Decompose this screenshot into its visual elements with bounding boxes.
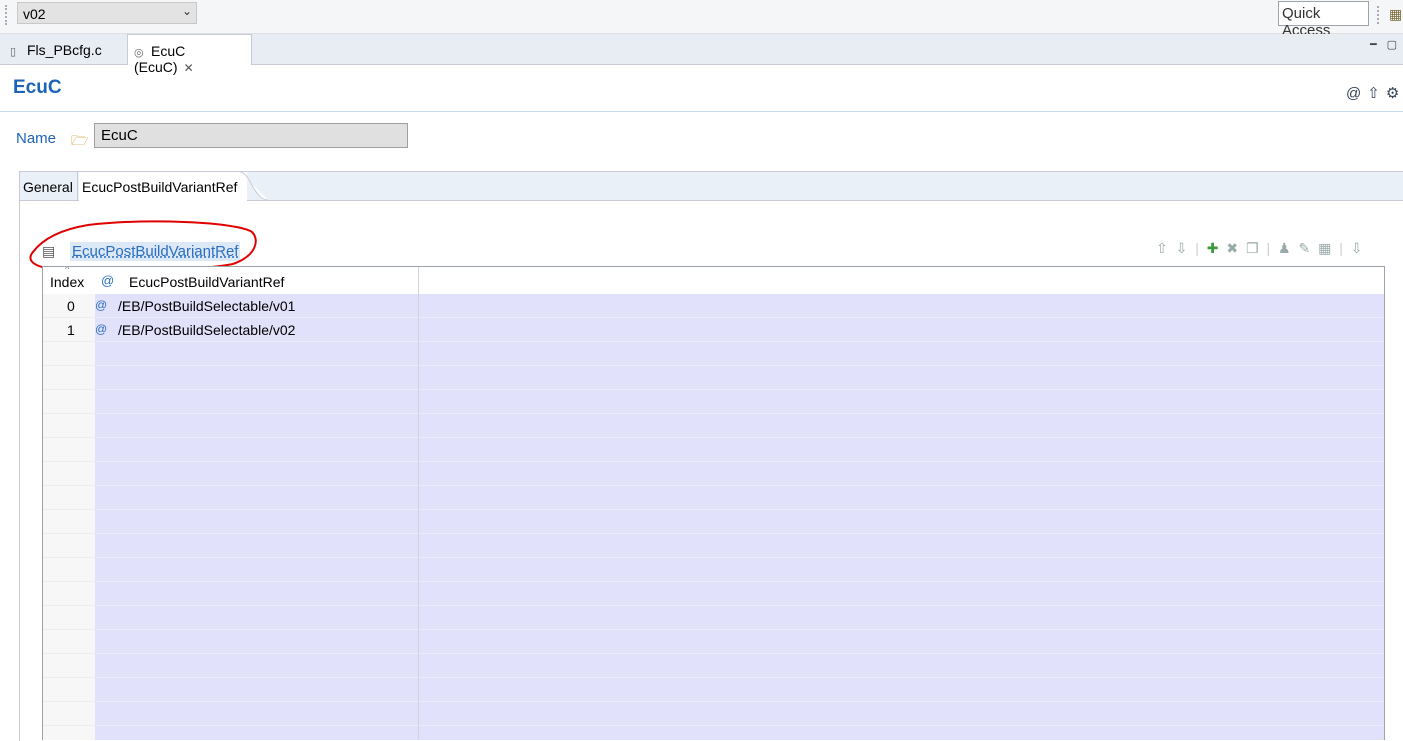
reference-icon: @ [95, 322, 108, 336]
page-title: EcuC [13, 77, 62, 98]
tab-ecuc-post-build-variant-ref[interactable]: EcucPostBuildVariantRef [79, 172, 247, 201]
close-icon[interactable]: ✕ [184, 61, 194, 75]
chevron-down-icon[interactable]: ⌄ [182, 4, 192, 18]
sort-caret-icon: ^ [65, 266, 70, 274]
user-icon[interactable]: ♟ [1278, 240, 1293, 256]
variant-combo[interactable]: v02 ⌄ [17, 2, 197, 24]
c-file-icon: ▯ [10, 46, 17, 58]
reference-icon[interactable]: @ [1346, 85, 1361, 102]
move-up-icon[interactable]: ⇧ [1156, 240, 1170, 256]
minimize-icon[interactable]: ━ [1370, 39, 1387, 51]
table-header: ^ Index @ EcucPostBuildVariantRef [43, 266, 1384, 294]
name-label: Name [16, 130, 57, 147]
index-column [43, 294, 95, 740]
reference-icon: @ [95, 298, 108, 312]
column-header-index[interactable]: Index [50, 274, 84, 290]
tab-slant [240, 172, 269, 201]
edit-icon[interactable]: ✎ [1298, 240, 1312, 256]
maximize-icon[interactable]: ▢ [1387, 39, 1403, 51]
data-area [95, 294, 1384, 740]
copy-icon[interactable]: ❐ [1246, 240, 1261, 256]
view-controls: ━▢ [1370, 38, 1403, 51]
tab-label: General [23, 179, 73, 195]
tree-icon[interactable]: ⚙ [1386, 85, 1399, 102]
move-down-icon[interactable]: ⇩ [1176, 240, 1190, 256]
export-icon[interactable]: ⇩ [1351, 240, 1365, 256]
table-edit-icon[interactable]: ▦ [1318, 240, 1333, 256]
add-icon[interactable]: ✚ [1207, 240, 1221, 256]
top-toolbar [0, 0, 1403, 34]
editor-tab-strip: ▯ Fls_PBcfg.c ◎ EcuC (EcuC) ✕ [0, 34, 1403, 75]
toolbar-grip[interactable] [5, 5, 9, 25]
row-index: 1 [67, 322, 75, 338]
row-value: /EB/PostBuildSelectable/v01 [118, 298, 296, 314]
perspective-icon[interactable]: ▦ [1389, 6, 1402, 23]
tab-label: EcucPostBuildVariantRef [82, 179, 238, 195]
variant-combo-value: v02 [23, 6, 46, 22]
reference-table: ^ Index @ EcucPostBuildVariantRef 0 @ /E… [42, 266, 1385, 740]
name-field-value: EcuC [101, 127, 138, 144]
row-index: 0 [67, 298, 75, 314]
quick-access-input[interactable]: Quick Access [1278, 1, 1369, 39]
row-value: /EB/PostBuildSelectable/v02 [118, 322, 296, 338]
table-row[interactable]: 1 @ /EB/PostBuildSelectable/v02 [43, 318, 1384, 342]
module-icon: ◎ [134, 47, 144, 59]
tab-general[interactable]: General [20, 172, 78, 200]
name-field[interactable]: EcuC [94, 123, 408, 148]
tab-ecuc[interactable]: ◎ EcuC (EcuC) ✕ [127, 34, 252, 75]
table-toolbar: ⇧ ⇩ | ✚ ✖ ❐ | ♟ ✎ ▦ | ⇩ [1156, 240, 1365, 256]
table-row[interactable]: 0 @ /EB/PostBuildSelectable/v01 [43, 294, 1384, 318]
up-arrow-icon[interactable]: ⇧ [1367, 85, 1380, 102]
toolbar-grip-2[interactable] [1377, 6, 1381, 24]
header-divider [0, 111, 1403, 112]
folder-icon[interactable]: 🗁 [71, 130, 88, 154]
column-header-ref[interactable]: EcucPostBuildVariantRef [129, 274, 284, 290]
header-actions: @ ⇧ ⚙ [1346, 84, 1403, 102]
inner-tab-strip: General EcucPostBuildVariantRef [20, 172, 1403, 201]
reference-icon: @ [101, 273, 115, 288]
delete-icon[interactable]: ✖ [1226, 240, 1240, 256]
tab-label: Fls_PBcfg.c [27, 42, 102, 58]
tab-fls-pbcfg[interactable]: ▯ Fls_PBcfg.c [4, 34, 124, 64]
